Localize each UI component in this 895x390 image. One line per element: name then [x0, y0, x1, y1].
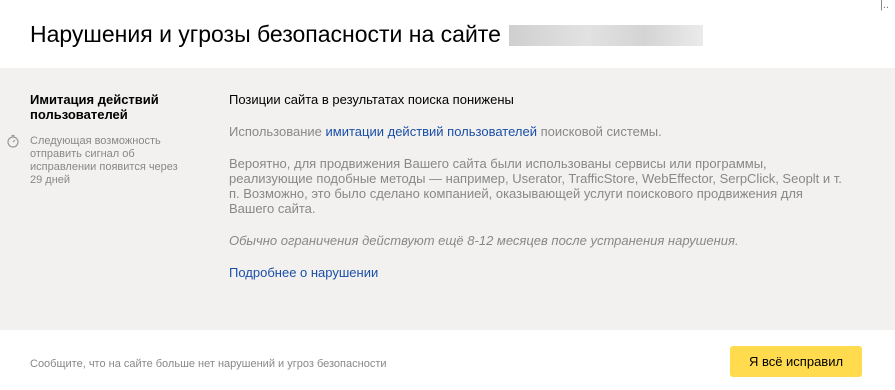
violation-name: Имитация действий пользователей [30, 92, 159, 122]
page-header: Нарушения и угрозы безопасности на сайте [30, 19, 703, 49]
footer-hint: Сообщите, что на сайте больше нет наруше… [30, 358, 387, 370]
violation-explanation: Вероятно, для продвижения Вашего сайта б… [229, 156, 842, 216]
i-fixed-it-button[interactable]: Я всё исправил [730, 346, 862, 377]
violation-consequence: Позиции сайта в результатах поиска пониж… [229, 92, 514, 107]
deadline-text: Следующая возможность отправить сигнал о… [30, 135, 178, 186]
usage-prefix: Использование [229, 124, 322, 139]
more-about-violation-link[interactable]: Подробнее о нарушении [229, 265, 849, 280]
usage-suffix: поисковой системы. [540, 124, 662, 139]
timer-icon [7, 134, 19, 148]
page-title: Нарушения и угрозы безопасности на сайте [30, 21, 501, 47]
violation-usage: Использование имитации действий пользова… [229, 124, 849, 139]
site-name-redacted [508, 24, 703, 46]
violation-summary: Имитация действий пользователей Следующа… [7, 92, 190, 187]
deadline-info: Следующая возможность отправить сигнал о… [7, 134, 190, 187]
violation-panel: Имитация действий пользователей Следующа… [0, 68, 895, 330]
violation-details: Позиции сайта в результатах поиска пониж… [229, 92, 849, 280]
user-imitation-link[interactable]: имитации действий пользователей [326, 124, 537, 139]
corner-mark: |.. [880, 0, 889, 11]
restriction-duration-note: Обычно ограничения действуют ещё 8-12 ме… [229, 233, 739, 248]
